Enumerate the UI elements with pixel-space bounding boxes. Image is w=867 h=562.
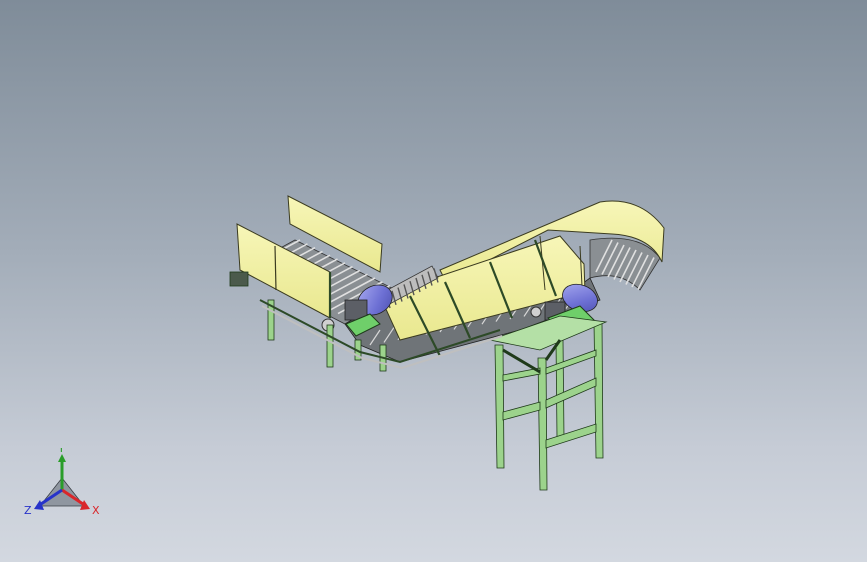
- y-axis-arrow-icon: [58, 454, 66, 462]
- orientation-triad[interactable]: Y X Z: [22, 448, 112, 528]
- x-axis-label: X: [92, 504, 100, 517]
- z-axis-label: Z: [24, 504, 32, 517]
- y-axis-label: Y: [57, 448, 65, 455]
- cad-viewport[interactable]: Y X Z: [0, 0, 867, 562]
- support-frame-tower[interactable]: [488, 315, 608, 491]
- conveyor-assembly-model[interactable]: [0, 0, 867, 562]
